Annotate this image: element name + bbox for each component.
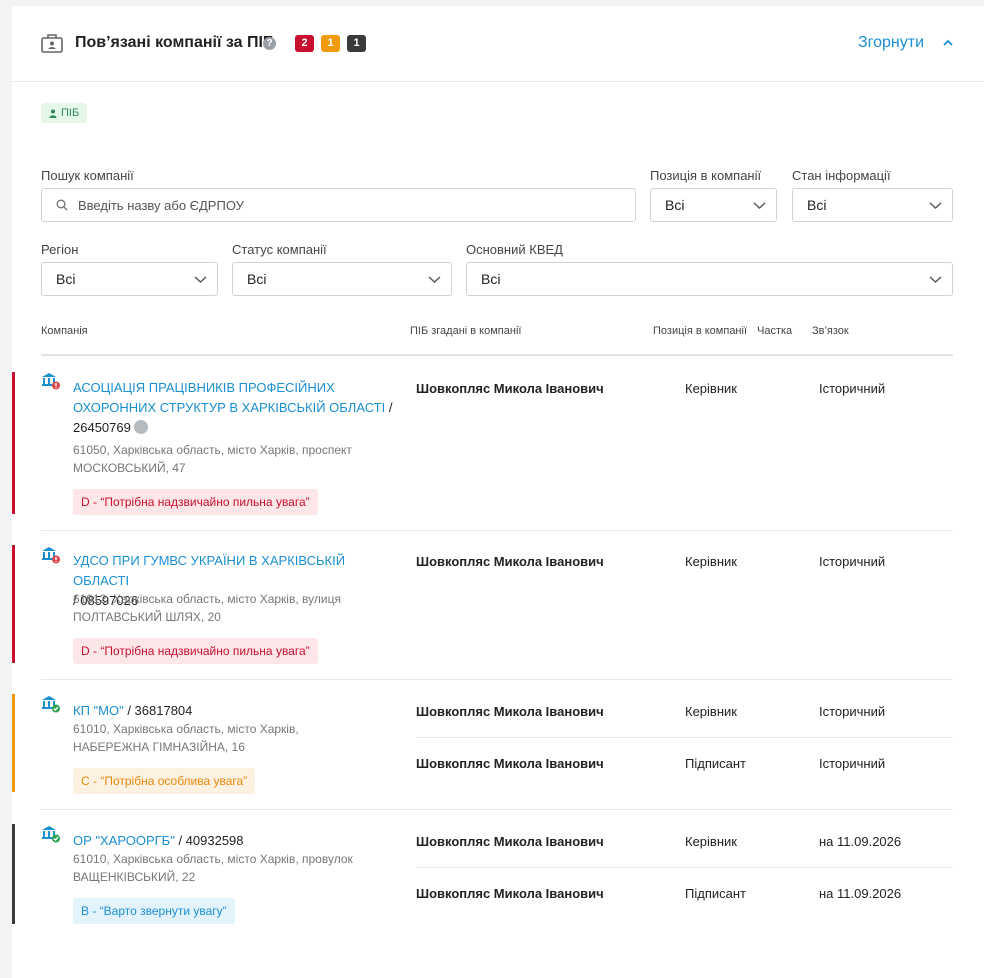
collapse-label: Згорнути — [857, 34, 924, 51]
company-active-icon — [42, 826, 60, 843]
position-select[interactable]: Всі — [650, 188, 777, 222]
person-position: Керівник — [685, 834, 737, 849]
person-icon — [49, 109, 57, 118]
company-code: 36817804 — [134, 703, 193, 718]
company-alert-icon — [42, 547, 60, 564]
person-relation: Історичний — [819, 756, 886, 771]
region-select[interactable]: Всі — [41, 262, 218, 296]
person-pib: Шовкопляс Микола Іванович — [416, 756, 604, 771]
risk-level-bar — [12, 694, 15, 792]
badge-orange-count: 1 — [321, 35, 340, 52]
chevron-up-icon — [943, 39, 953, 46]
company-link[interactable]: УДСО ПРИ ГУМВС УКРАЇНИ В ХАРКІВСЬКІЙ ОБЛ… — [73, 553, 345, 588]
help-icon[interactable]: ? — [263, 37, 276, 50]
search-input[interactable] — [78, 197, 635, 213]
person-relation: Історичний — [819, 381, 886, 396]
company-code: 26450769 — [73, 420, 131, 435]
company-code: 40932598 — [185, 833, 244, 848]
col-header-pib: ПІБ згадані в компанії — [410, 325, 522, 337]
position-value: Всі — [665, 197, 685, 213]
table-row: УДСО ПРИ ГУМВС УКРАЇНИ В ХАРКІВСЬКІЙ ОБЛ… — [12, 531, 984, 680]
person-pib: Шовкопляс Микола Іванович — [416, 704, 604, 719]
info-state-value: Всі — [807, 197, 827, 213]
risk-level-bar — [12, 545, 15, 663]
person-position: Керівник — [685, 554, 737, 569]
collapse-button[interactable]: Згорнути — [858, 34, 954, 52]
person-position: Підписант — [685, 756, 746, 771]
position-label: Позиція в компанії — [650, 168, 762, 183]
search-field — [41, 188, 636, 222]
person-relation: Історичний — [819, 554, 886, 569]
risk-badge: D - “Потрібна надзвичайно пильна увага” — [73, 638, 318, 664]
kved-value: Всі — [481, 271, 501, 287]
badge-dark-count: 1 — [347, 35, 366, 52]
risk-level-bar — [12, 824, 15, 924]
person-divider — [416, 737, 953, 738]
col-header-company: Компанія — [41, 325, 88, 337]
company-address: 61010, Харківська область, місто Харків,… — [73, 852, 353, 884]
table-row: КП "МО" / 36817804 61010, Харківська обл… — [12, 680, 984, 810]
status-value: Всі — [247, 271, 267, 287]
table-row: АСОЦІАЦІЯ ПРАЦІВНИКІВ ПРОФЕСІЙНИХ ОХОРОНН… — [12, 358, 984, 531]
chevron-down-icon — [929, 202, 942, 209]
person-position: Керівник — [685, 704, 737, 719]
col-header-share: Частка — [757, 325, 793, 337]
chevron-down-icon — [753, 202, 766, 209]
search-label: Пошук компанії — [41, 168, 134, 183]
person-pib: Шовкопляс Микола Іванович — [416, 834, 604, 849]
chevron-down-icon — [929, 276, 942, 283]
company-name: КП "МО" / 36817804 — [73, 703, 193, 718]
pib-tag-label: ПІБ — [61, 107, 80, 119]
status-select[interactable]: Всі — [232, 262, 452, 296]
person-position: Керівник — [685, 381, 737, 396]
col-header-position: Позиція в компанії — [653, 325, 748, 337]
related-companies-card: Пов’язані компанії за ПІБ ? 2 1 1 Згорну… — [12, 6, 984, 978]
region-value: Всі — [56, 271, 76, 287]
person-relation: Історичний — [819, 704, 886, 719]
kved-label: Основний КВЕД — [466, 242, 563, 257]
chevron-down-icon — [428, 276, 441, 283]
person-pib: Шовкопляс Микола Іванович — [416, 381, 604, 396]
table-row: ОР "ХАРООРГБ" / 40932598 61010, Харківсь… — [12, 810, 984, 950]
company-address: 61010, Харківська область, місто Харків,… — [73, 722, 299, 754]
card-header: Пов’язані компанії за ПІБ ? 2 1 1 Згорну… — [12, 6, 984, 82]
info-state-label: Стан інформації — [792, 168, 891, 183]
pib-filter-tag[interactable]: ПІБ — [41, 103, 88, 123]
company-name: АСОЦІАЦІЯ ПРАЦІВНИКІВ ПРОФЕСІЙНИХ ОХОРОНН… — [73, 380, 393, 435]
region-label: Регіон — [41, 242, 79, 257]
person-pib: Шовкопляс Микола Іванович — [416, 886, 604, 901]
person-position: Підписант — [685, 886, 746, 901]
company-address: 61050, Харківська область, місто Харків,… — [73, 443, 352, 475]
risk-level-bar — [12, 372, 15, 514]
risk-badge: B - “Варто звернути увагу” — [73, 898, 235, 924]
person-relation: на 11.09.2026 — [819, 886, 902, 901]
chevron-down-icon — [194, 276, 207, 283]
risk-badge: C - “Потрібна особлива увага” — [73, 768, 256, 794]
table-header-divider — [41, 354, 953, 356]
company-link[interactable]: ОР "ХАРООРГБ" — [73, 833, 175, 848]
company-active-icon — [42, 696, 60, 713]
company-address: 61012, Харківська область, місто Харків,… — [73, 592, 341, 624]
risk-badge: D - “Потрібна надзвичайно пильна увага” — [73, 489, 318, 515]
kved-select[interactable]: Всі — [466, 262, 953, 296]
company-alert-icon — [42, 373, 60, 390]
company-name: ОР "ХАРООРГБ" / 40932598 — [73, 833, 244, 848]
card-title: Пов’язані компанії за ПІБ — [75, 34, 275, 51]
status-label: Статус компанії — [232, 242, 327, 257]
info-state-select[interactable]: Всі — [792, 188, 953, 222]
person-divider — [416, 867, 953, 868]
col-header-relation: Зв’язок — [812, 325, 849, 337]
search-icon — [56, 199, 68, 211]
company-link[interactable]: КП "МО" — [73, 703, 124, 718]
briefcase-user-icon — [41, 34, 63, 53]
company-link[interactable]: АСОЦІАЦІЯ ПРАЦІВНИКІВ ПРОФЕСІЙНИХ ОХОРОНН… — [73, 380, 385, 415]
person-pib: Шовкопляс Микола Іванович — [416, 554, 604, 569]
badge-red-count: 2 — [295, 35, 314, 52]
network-icon[interactable] — [133, 420, 148, 434]
person-relation: на 11.09.2026 — [819, 834, 902, 849]
